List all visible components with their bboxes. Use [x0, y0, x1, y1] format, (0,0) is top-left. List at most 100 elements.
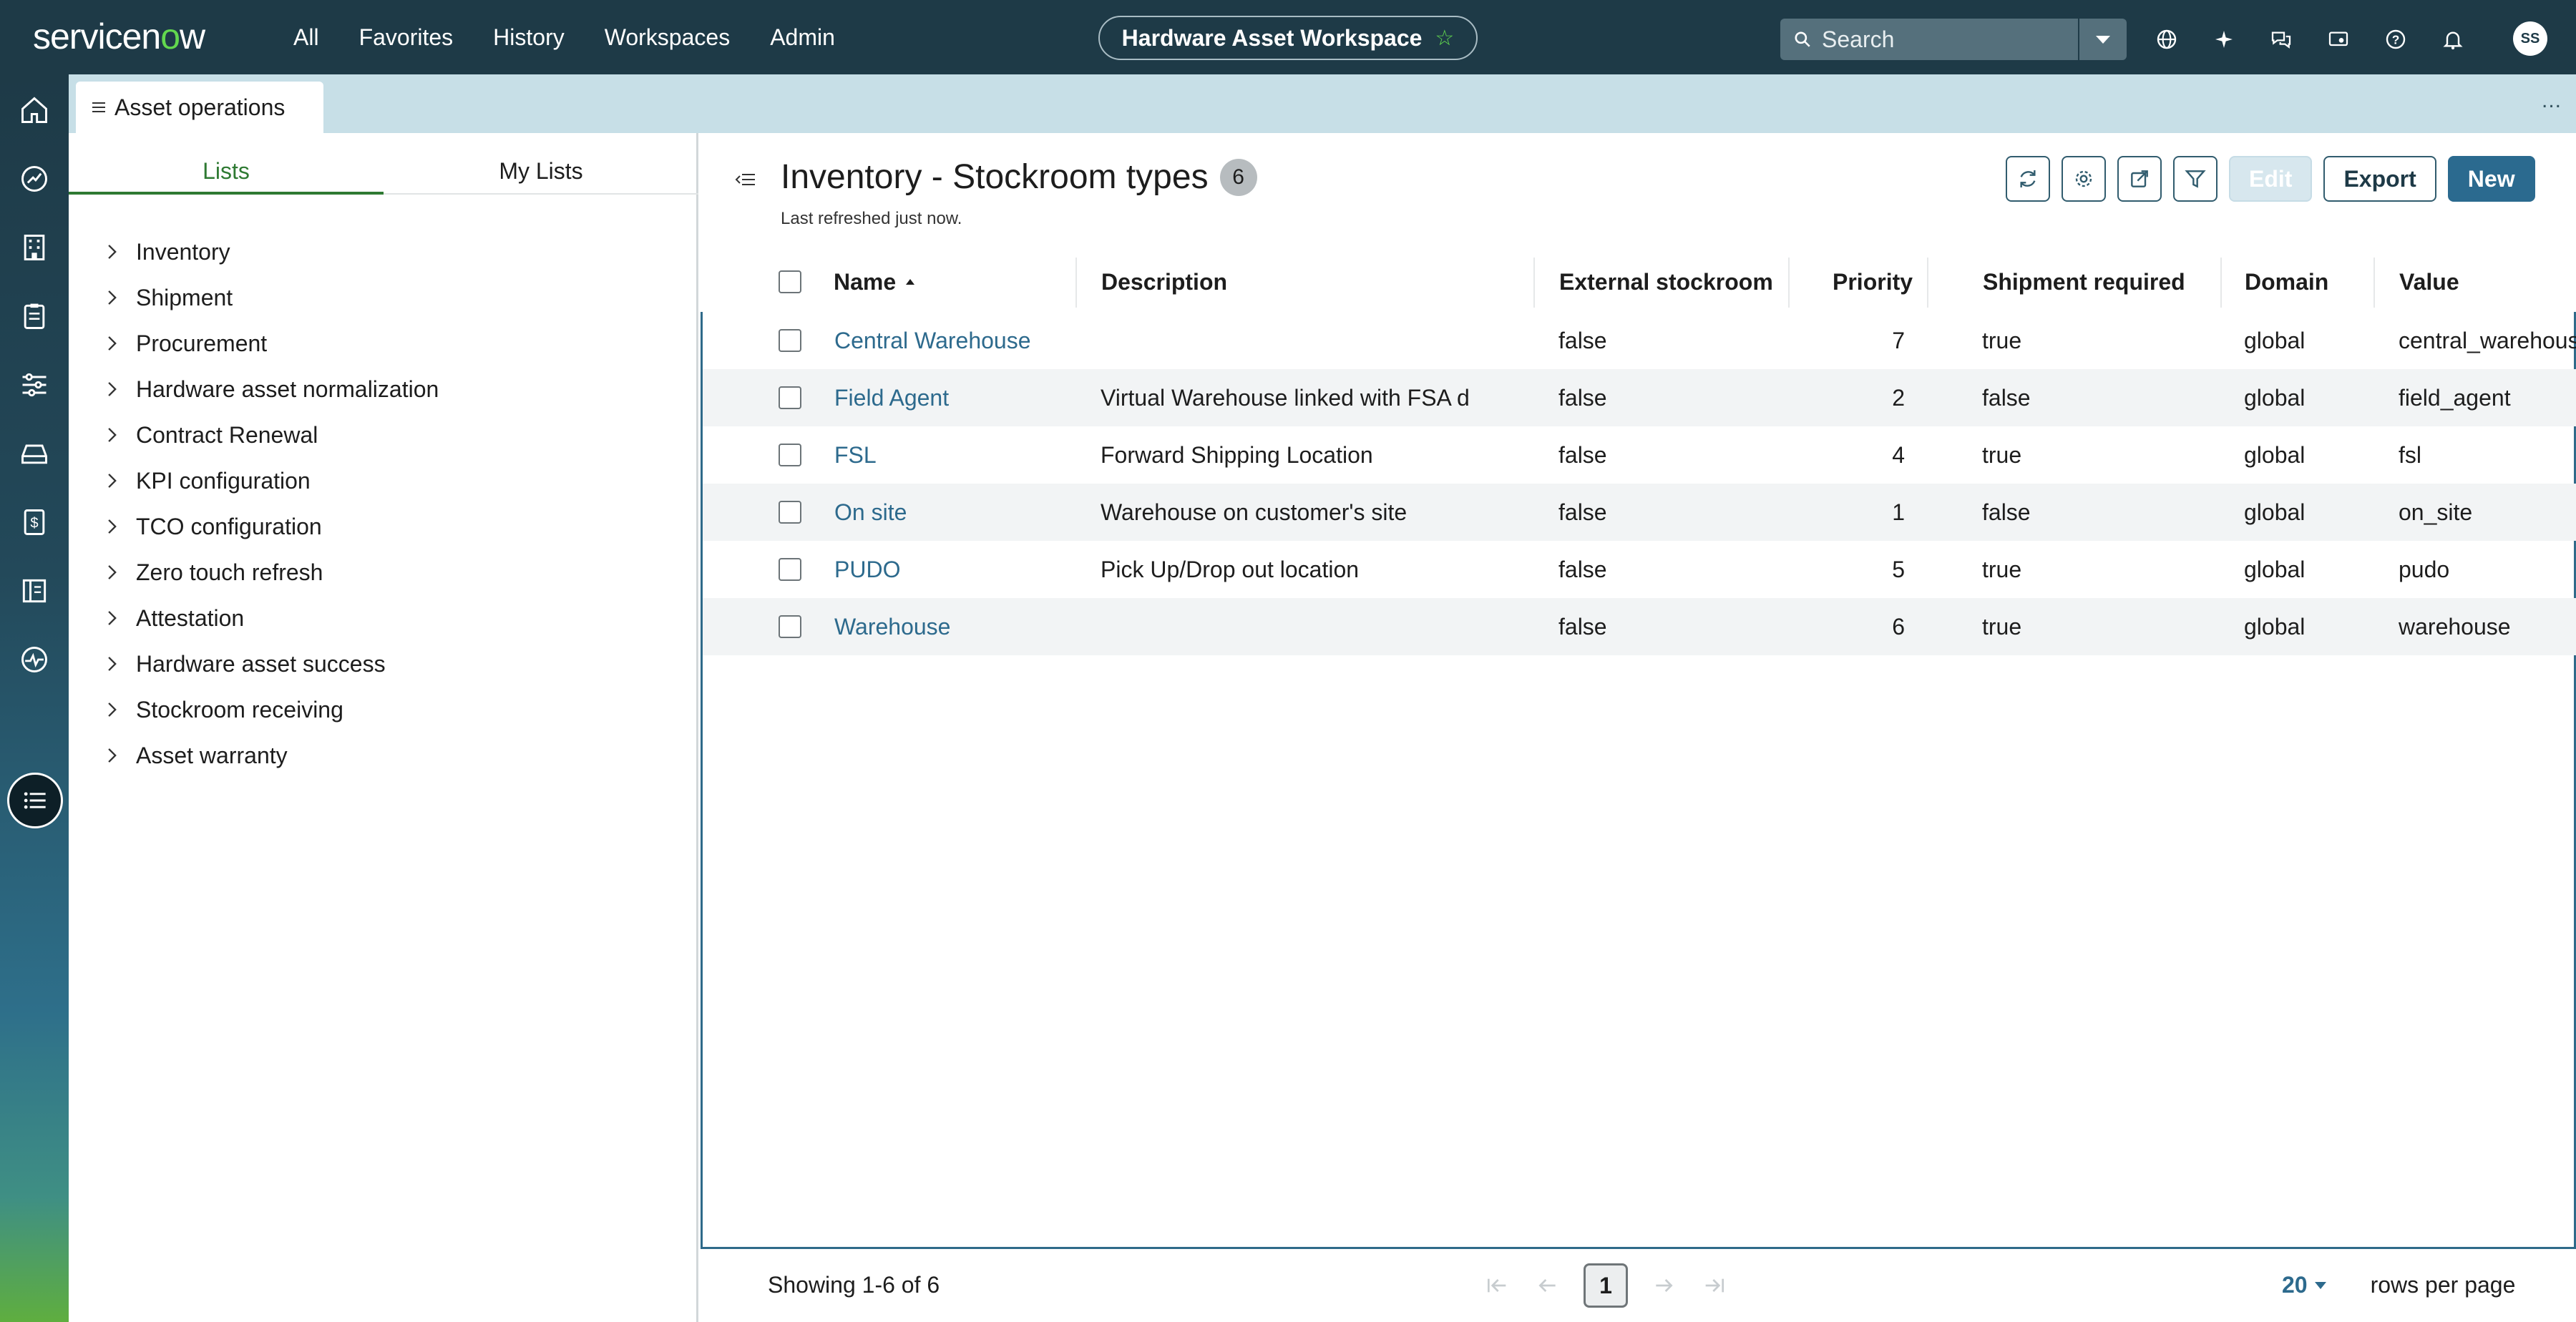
column-separator[interactable] [2373, 258, 2375, 308]
column-header-domain[interactable]: Domain [2245, 252, 2328, 312]
chevron-right-icon[interactable] [106, 288, 117, 307]
search-input[interactable] [1822, 26, 2058, 53]
column-separator[interactable] [2220, 258, 2222, 308]
hard-drive-icon[interactable] [17, 436, 52, 471]
filter-button[interactable] [2173, 156, 2218, 202]
tree-item[interactable]: Stockroom receiving [69, 687, 698, 733]
column-separator[interactable] [1927, 258, 1928, 308]
search-scope-dropdown[interactable] [2079, 19, 2127, 60]
column-header-priority[interactable]: Priority [1833, 252, 1913, 312]
nav-favorites[interactable]: Favorites [359, 24, 454, 51]
book-icon[interactable] [17, 574, 52, 608]
building-icon[interactable] [17, 230, 52, 265]
clipboard-icon[interactable] [17, 299, 52, 333]
tab-asset-operations[interactable]: Asset operations [76, 82, 323, 133]
column-header-value[interactable]: Value [2399, 252, 2459, 312]
table-row[interactable]: Warehouse false 6 true global warehouse [703, 598, 2576, 655]
chevron-right-icon[interactable] [106, 563, 117, 582]
notifications-bell-icon[interactable] [2440, 26, 2466, 52]
servicenow-logo[interactable]: servicenow [33, 16, 205, 57]
new-button[interactable]: New [2447, 156, 2535, 202]
share-button[interactable] [2117, 156, 2162, 202]
rows-per-page-select[interactable]: 20 [2282, 1272, 2328, 1298]
last-page-icon[interactable] [1699, 1270, 1731, 1301]
column-separator[interactable] [1788, 258, 1790, 308]
current-page-button[interactable]: 1 [1584, 1263, 1628, 1308]
nav-admin[interactable]: Admin [770, 24, 835, 51]
chevron-right-icon[interactable] [106, 243, 117, 261]
refresh-button[interactable] [2006, 156, 2050, 202]
home-icon[interactable] [17, 93, 52, 127]
tree-item[interactable]: Asset warranty [69, 733, 698, 778]
chevron-right-icon[interactable] [106, 746, 117, 765]
column-header-shipment-required[interactable]: Shipment required [1983, 252, 2185, 312]
cell-name[interactable]: FSL [834, 426, 1070, 484]
nav-history[interactable]: History [493, 24, 565, 51]
chat-icon[interactable] [2268, 26, 2294, 52]
chevron-right-icon[interactable] [106, 426, 117, 444]
select-all-checkbox[interactable] [779, 270, 801, 293]
row-checkbox[interactable] [779, 386, 801, 409]
nav-workspaces[interactable]: Workspaces [605, 24, 730, 51]
table-row[interactable]: Central Warehouse false 7 true global central… [703, 312, 2576, 369]
sparkle-ai-icon[interactable] [2211, 26, 2237, 52]
column-header-name[interactable]: Name [834, 252, 917, 312]
chevron-right-icon[interactable] [106, 380, 117, 398]
chevron-right-icon[interactable] [106, 655, 117, 673]
collapse-panel-icon[interactable] [735, 172, 756, 191]
cell-name[interactable]: Warehouse [834, 598, 1070, 655]
table-row[interactable]: On site Warehouse on customer's site false… [703, 484, 2576, 541]
tree-item[interactable]: Shipment [69, 275, 698, 320]
tree-item[interactable]: Hardware asset success [69, 641, 698, 687]
cell-name[interactable]: Field Agent [834, 369, 1070, 426]
row-checkbox[interactable] [779, 501, 801, 524]
more-options-icon[interactable]: ... [2542, 89, 2562, 113]
tree-item[interactable]: Procurement [69, 320, 698, 366]
tree-item[interactable]: Inventory [69, 229, 698, 275]
column-header-description[interactable]: Description [1101, 252, 1227, 312]
previous-page-icon[interactable] [1532, 1270, 1563, 1301]
global-search[interactable] [1780, 19, 2078, 60]
cell-name[interactable]: On site [834, 484, 1070, 541]
tree-item[interactable]: KPI configuration [69, 458, 698, 504]
table-row[interactable]: Field Agent Virtual Warehouse linked with… [703, 369, 2576, 426]
cell-name[interactable]: PUDO [834, 541, 1070, 598]
chevron-right-icon[interactable] [106, 609, 117, 627]
list-menu-icon[interactable] [7, 773, 63, 828]
row-checkbox[interactable] [779, 558, 801, 581]
row-checkbox[interactable] [779, 444, 801, 466]
column-header-external-stockroom[interactable]: External stockroom [1559, 252, 1773, 312]
cell-name[interactable]: Central Warehouse [834, 312, 1070, 369]
favorite-star-icon[interactable]: ☆ [1435, 26, 1454, 51]
tab-my-lists[interactable]: My Lists [384, 147, 698, 195]
row-checkbox[interactable] [779, 329, 801, 352]
dashboard-gauge-icon[interactable] [17, 162, 52, 196]
tree-item[interactable]: Attestation [69, 595, 698, 641]
tab-lists[interactable]: Lists [69, 147, 384, 195]
activity-pulse-icon[interactable] [17, 642, 52, 677]
tree-item[interactable]: Zero touch refresh [69, 549, 698, 595]
tree-item[interactable]: Contract Renewal [69, 412, 698, 458]
chevron-right-icon[interactable] [106, 471, 117, 490]
globe-icon[interactable] [2154, 26, 2180, 52]
column-separator[interactable] [1075, 258, 1077, 308]
tree-item[interactable]: TCO configuration [69, 504, 698, 549]
row-checkbox[interactable] [779, 615, 801, 638]
nav-all[interactable]: All [293, 24, 319, 51]
chevron-right-icon[interactable] [106, 517, 117, 536]
column-separator[interactable] [1533, 258, 1535, 308]
next-page-icon[interactable] [1648, 1270, 1679, 1301]
edit-button[interactable]: Edit [2229, 156, 2313, 202]
chevron-right-icon[interactable] [106, 700, 117, 719]
screen-share-icon[interactable] [2326, 26, 2351, 52]
help-icon[interactable]: ? [2383, 26, 2409, 52]
table-row[interactable]: FSL Forward Shipping Location false 4 true gl… [703, 426, 2576, 484]
settings-button[interactable] [2062, 156, 2106, 202]
user-avatar[interactable]: SS [2513, 21, 2547, 56]
workspace-title-pill[interactable]: Hardware Asset Workspace ☆ [1098, 16, 1478, 60]
table-row[interactable]: PUDO Pick Up/Drop out location false 5 true g… [703, 541, 2576, 598]
cost-document-icon[interactable]: $ [17, 505, 52, 539]
chevron-right-icon[interactable] [106, 334, 117, 353]
tree-item[interactable]: Hardware asset normalization [69, 366, 698, 412]
first-page-icon[interactable] [1480, 1270, 1512, 1301]
